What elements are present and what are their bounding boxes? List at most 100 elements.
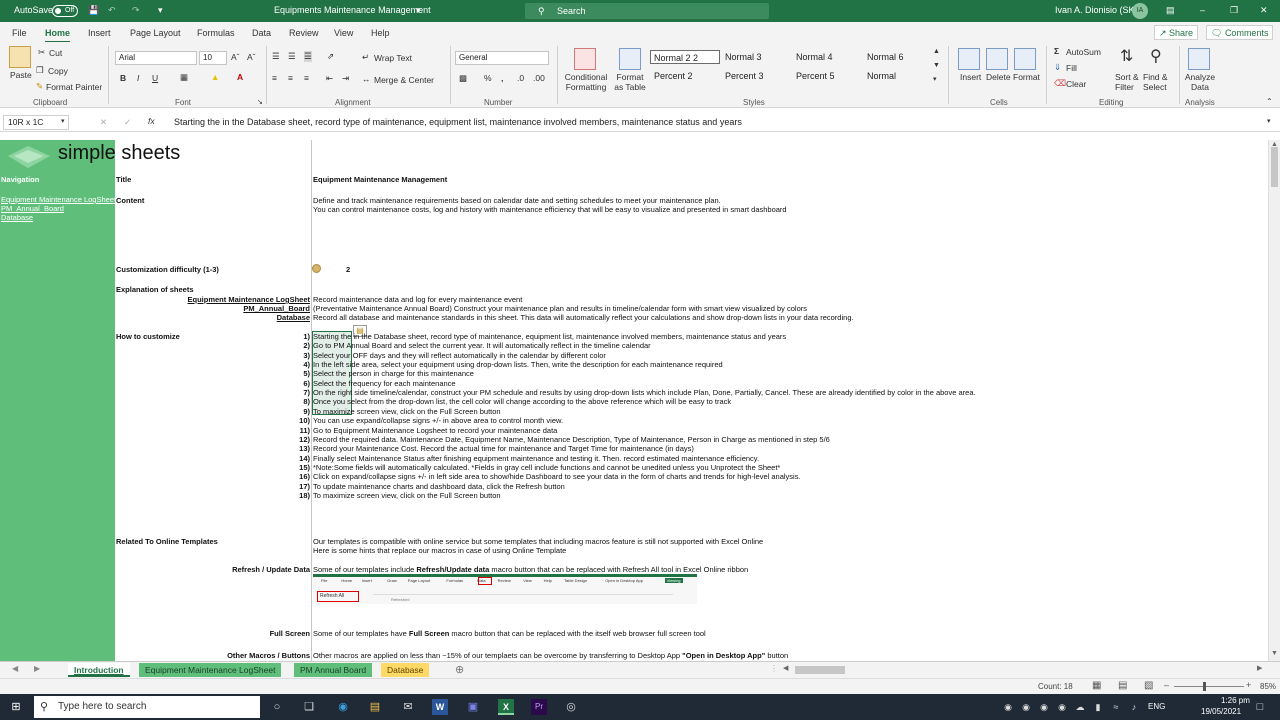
percent-style-icon[interactable]: % [484,73,492,83]
comma-style-icon[interactable]: ‚ [501,73,503,83]
merge-center-button[interactable]: Merge & Center [374,75,434,85]
font-name-select[interactable]: Arial [115,51,197,65]
style-normal-6[interactable]: Normal 6 [864,50,904,64]
italic-button[interactable]: I [137,73,139,83]
copy-button[interactable]: Copy [48,66,68,76]
fill-icon[interactable]: ⇓ [1054,62,1061,73]
zoom-in-icon[interactable]: + [1246,680,1251,690]
tab-splitter-icon[interactable]: ⋮ [770,664,778,673]
paste-icon[interactable] [9,46,31,68]
share-button[interactable]: ↗ Share [1154,25,1199,40]
premiere-icon[interactable]: Pr [531,699,547,715]
edge-icon[interactable]: ◉ [335,699,351,715]
format-cells-button[interactable]: Format [1013,72,1040,82]
formula-input[interactable]: Starting the in the Database sheet, reco… [174,117,742,127]
scroll-left-icon[interactable]: ◀ [783,664,788,672]
font-color-icon[interactable]: A [237,72,243,82]
wrap-text-icon[interactable]: ↵ [362,52,369,63]
format-painter-button[interactable]: Format Painter [46,82,102,92]
tray-app-icon[interactable]: ◉ [1000,699,1016,715]
font-size-select[interactable]: 10 [199,51,227,65]
page-break-view-icon[interactable]: ▧ [1144,680,1153,691]
paste-button[interactable]: Paste [10,70,32,80]
style-percent-5[interactable]: Percent 5 [793,69,835,83]
fill-button[interactable]: Fill [1066,63,1077,73]
increase-indent-icon[interactable]: ⇥ [342,73,349,84]
increase-decimal-icon[interactable]: .0 [517,73,524,83]
notifications-icon[interactable]: □ [1252,699,1268,715]
cut-button[interactable]: Cut [49,48,62,58]
clear-button[interactable]: Clear [1066,79,1086,89]
format-as-table-icon[interactable] [619,48,641,70]
worksheet[interactable]: Navigation Equipment Maintenance LogShee… [0,140,1268,661]
align-top-icon[interactable]: ☰ [272,51,280,62]
zoom-slider-thumb[interactable] [1203,682,1206,691]
enter-icon[interactable]: ✓ [124,117,131,128]
underline-button[interactable]: U [152,73,158,83]
cortana-icon[interactable]: ○ [269,699,285,715]
clock-date[interactable]: 19/05/2021 [1201,707,1241,716]
merge-center-icon[interactable]: ↔ [362,74,371,84]
tab-formulas[interactable]: Formulas [197,28,235,38]
next-sheet-icon[interactable]: ▶ [34,664,40,673]
decrease-font-icon[interactable]: Aˇ [247,52,256,62]
tab-page-layout[interactable]: Page Layout [130,28,181,38]
sheet-tab-logsheet[interactable]: Equipment Maintenance LogSheet [139,663,282,677]
cut-icon[interactable]: ✂ [38,47,45,58]
name-box[interactable]: 10R x 1C [3,115,69,130]
format-cells-icon[interactable] [1014,48,1036,70]
styles-scroll-down-icon[interactable]: ▼ [933,62,940,69]
tab-view[interactable]: View [334,28,353,38]
styles-scroll-up-icon[interactable]: ▲ [933,48,940,55]
style-percent-3[interactable]: Percent 3 [722,69,764,83]
sheet-tab-database[interactable]: Database [381,663,430,677]
font-dialog-launcher-icon[interactable]: ↘ [257,98,263,106]
nav-link-database[interactable]: Database [1,213,33,222]
customize-qat-icon[interactable]: ▾ [158,5,163,16]
user-name[interactable]: Ivan A. Dionisio (SK) [1055,5,1138,15]
style-normal-3[interactable]: Normal 3 [722,50,762,64]
clear-icon[interactable]: ⌫ [1054,78,1066,89]
accounting-format-icon[interactable]: ▩ [459,73,467,84]
autosum-icon[interactable]: Σ [1054,46,1059,56]
analyze-data-button[interactable]: Analyze Data [1184,72,1216,92]
align-center-icon[interactable]: ≡ [288,73,293,83]
recorder-icon[interactable]: ◎ [563,699,579,715]
undo-icon[interactable]: ↶ [108,5,116,16]
scroll-right-icon[interactable]: ▶ [1257,664,1262,672]
align-right-icon[interactable]: ≡ [304,73,309,83]
tab-data[interactable]: Data [252,28,271,38]
vertical-scrollbar[interactable]: ▲ ▼ [1268,140,1280,661]
restore-icon[interactable]: ❐ [1230,5,1238,16]
sort-filter-button[interactable]: Sort & Filter [1115,72,1143,92]
teams-icon[interactable]: ▣ [465,699,481,715]
tab-help[interactable]: Help [371,28,390,38]
style-normal-2-2[interactable]: Normal 2 2 [650,50,720,64]
ribbon-display-icon[interactable]: ▤ [1166,5,1175,16]
zoom-level[interactable]: 85% [1260,682,1276,691]
copy-icon[interactable]: ❐ [36,65,44,76]
format-as-table-button[interactable]: Format as Table [611,72,649,92]
insert-cells-button[interactable]: Insert [960,72,981,82]
page-layout-view-icon[interactable]: ▤ [1118,680,1127,691]
insert-cells-icon[interactable] [958,48,980,70]
name-box-dropdown-icon[interactable]: ▾ [61,117,65,125]
onedrive-icon[interactable]: ☁ [1072,699,1088,715]
comments-button[interactable]: 🗨 Comments [1206,25,1274,40]
battery-icon[interactable]: ▮ [1090,699,1106,715]
volume-icon[interactable]: ♪ [1126,699,1142,715]
delete-cells-button[interactable]: Delete [986,72,1011,82]
align-left-icon[interactable]: ≡ [272,73,277,83]
style-normal[interactable]: Normal [864,69,896,83]
sheet-tab-pm-annual-board[interactable]: PM Annual Board [294,663,373,677]
nav-link-logsheet[interactable]: Equipment Maintenance LogSheet [1,195,116,204]
avatar[interactable]: IA [1132,3,1148,19]
scroll-thumb[interactable] [1271,147,1278,187]
zoom-out-icon[interactable]: – [1164,680,1169,690]
collapse-ribbon-icon[interactable]: ⌃ [1266,97,1273,106]
save-icon[interactable]: 💾 [88,5,99,16]
autosum-button[interactable]: AutoSum [1066,47,1101,57]
add-sheet-icon[interactable]: ⊕ [455,663,464,676]
close-icon[interactable]: ✕ [1260,5,1268,16]
borders-icon[interactable]: ▦ [180,72,188,83]
